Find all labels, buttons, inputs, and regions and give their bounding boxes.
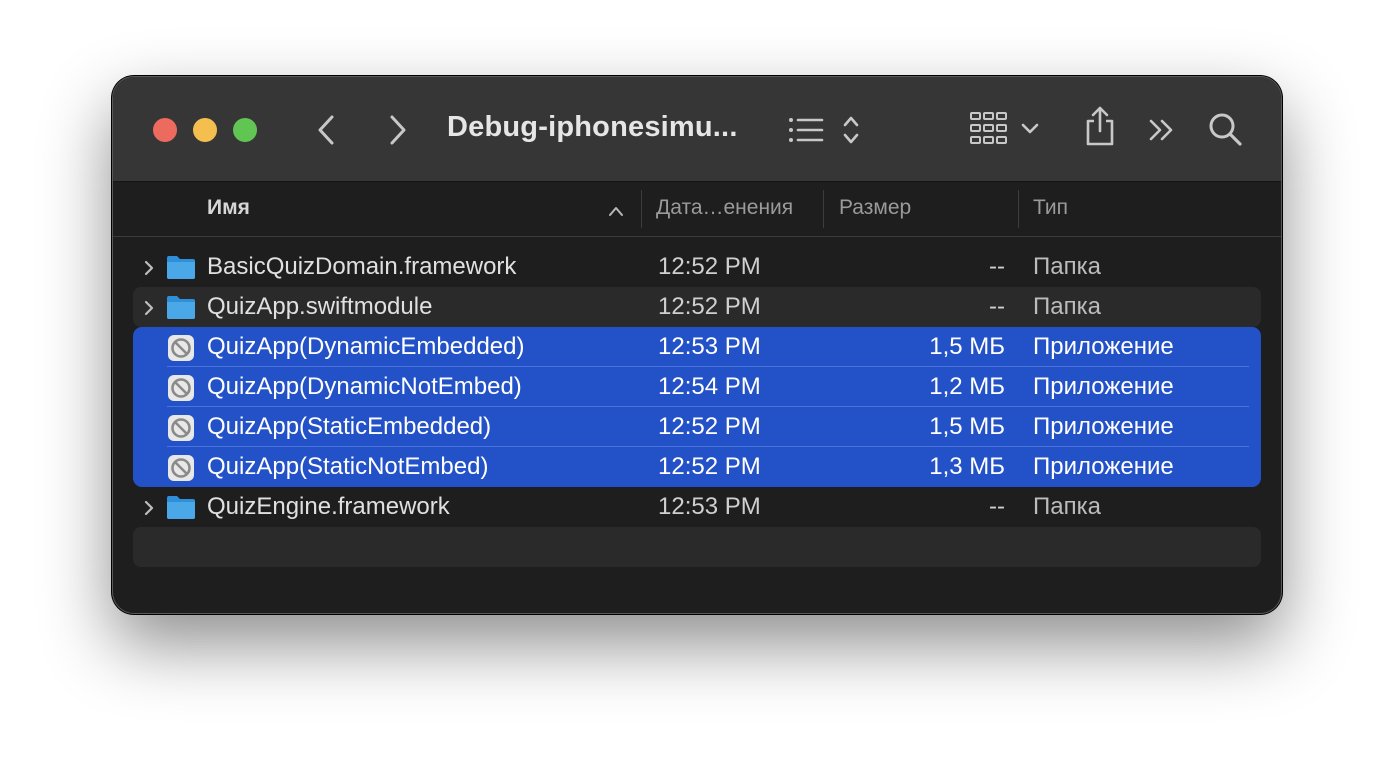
file-size: --	[989, 253, 1005, 280]
prohibited-app-icon	[167, 414, 195, 447]
folder-icon	[166, 294, 196, 325]
file-row-selected[interactable]: QuizApp(DynamicEmbedded) 12:53 PM 1,5 МБ…	[133, 327, 1261, 367]
file-type: Папка	[1033, 253, 1101, 280]
window-title: Debug-iphonesimu...	[447, 111, 738, 143]
zoom-button[interactable]	[233, 118, 257, 142]
share-icon[interactable]	[1083, 105, 1117, 147]
file-date: 12:52 PM	[658, 253, 761, 280]
column-size[interactable]: Размер	[839, 196, 911, 220]
file-type: Приложение	[1033, 453, 1174, 480]
prohibited-app-icon	[167, 374, 195, 407]
file-row[interactable]: QuizEngine.framework 12:53 PM -- Папка	[133, 487, 1261, 527]
file-size: --	[989, 493, 1005, 520]
file-type: Папка	[1033, 493, 1101, 520]
chevron-down-icon[interactable]	[1019, 121, 1041, 137]
double-chevron-icon[interactable]	[1147, 117, 1177, 143]
file-row-selected[interactable]: QuizApp(StaticEmbedded) 12:52 PM 1,5 МБ …	[133, 407, 1261, 447]
file-row[interactable]: QuizApp.swiftmodule 12:52 PM -- Папка	[133, 287, 1261, 327]
file-row-selected[interactable]: QuizApp(StaticNotEmbed) 12:52 PM 1,3 МБ …	[133, 447, 1261, 487]
column-type[interactable]: Тип	[1033, 196, 1068, 220]
column-divider[interactable]	[1018, 190, 1019, 228]
toolbar: Debug-iphonesimu...	[113, 77, 1281, 182]
column-date[interactable]: Дата…енения	[656, 196, 793, 220]
file-date: 12:53 PM	[658, 493, 761, 520]
chevron-right-icon[interactable]	[385, 113, 411, 147]
close-button[interactable]	[153, 118, 177, 142]
file-name: QuizApp(StaticEmbedded)	[207, 413, 492, 440]
prohibited-app-icon	[167, 454, 195, 487]
file-type: Приложение	[1033, 373, 1174, 400]
chevron-left-icon[interactable]	[313, 113, 339, 147]
chevron-up-icon	[607, 204, 625, 222]
column-divider[interactable]	[641, 190, 642, 228]
file-date: 12:52 PM	[658, 453, 761, 480]
column-header: Имя Дата…енения Размер Тип	[113, 182, 1281, 237]
file-type: Приложение	[1033, 413, 1174, 440]
file-row-selected[interactable]: QuizApp(DynamicNotEmbed) 12:54 PM 1,2 МБ…	[133, 367, 1261, 407]
file-size: 1,3 МБ	[929, 453, 1005, 480]
file-date: 12:52 PM	[658, 413, 761, 440]
file-name: QuizApp(StaticNotEmbed)	[207, 453, 489, 480]
file-name: QuizApp.swiftmodule	[207, 293, 433, 320]
file-name: BasicQuizDomain.framework	[207, 253, 517, 280]
file-type: Приложение	[1033, 333, 1174, 360]
grid-view-icon[interactable]	[969, 111, 1009, 147]
folder-icon	[166, 254, 196, 285]
file-size: --	[989, 293, 1005, 320]
file-type: Папка	[1033, 293, 1101, 320]
list-view-icon[interactable]	[787, 115, 827, 145]
empty-row	[133, 527, 1261, 567]
column-name[interactable]: Имя	[207, 196, 250, 220]
minimize-button[interactable]	[193, 118, 217, 142]
search-icon[interactable]	[1207, 111, 1243, 147]
column-divider[interactable]	[823, 190, 824, 228]
disclosure-chevron-icon[interactable]	[143, 499, 155, 522]
file-date: 12:52 PM	[658, 293, 761, 320]
file-size: 1,5 МБ	[929, 333, 1005, 360]
file-size: 1,2 МБ	[929, 373, 1005, 400]
sort-stepper-icon[interactable]	[841, 113, 861, 147]
file-date: 12:53 PM	[658, 333, 761, 360]
file-name: QuizApp(DynamicEmbedded)	[207, 333, 525, 360]
disclosure-chevron-icon[interactable]	[143, 259, 155, 282]
prohibited-app-icon	[167, 334, 195, 367]
file-date: 12:54 PM	[658, 373, 761, 400]
finder-window: Debug-iphonesimu... Имя Дата…енения Разм…	[112, 76, 1282, 614]
file-name: QuizApp(DynamicNotEmbed)	[207, 373, 522, 400]
file-row[interactable]: BasicQuizDomain.framework 12:52 PM -- Па…	[133, 247, 1261, 287]
folder-icon	[166, 494, 196, 525]
file-name: QuizEngine.framework	[207, 493, 450, 520]
file-size: 1,5 МБ	[929, 413, 1005, 440]
disclosure-chevron-icon[interactable]	[143, 299, 155, 322]
